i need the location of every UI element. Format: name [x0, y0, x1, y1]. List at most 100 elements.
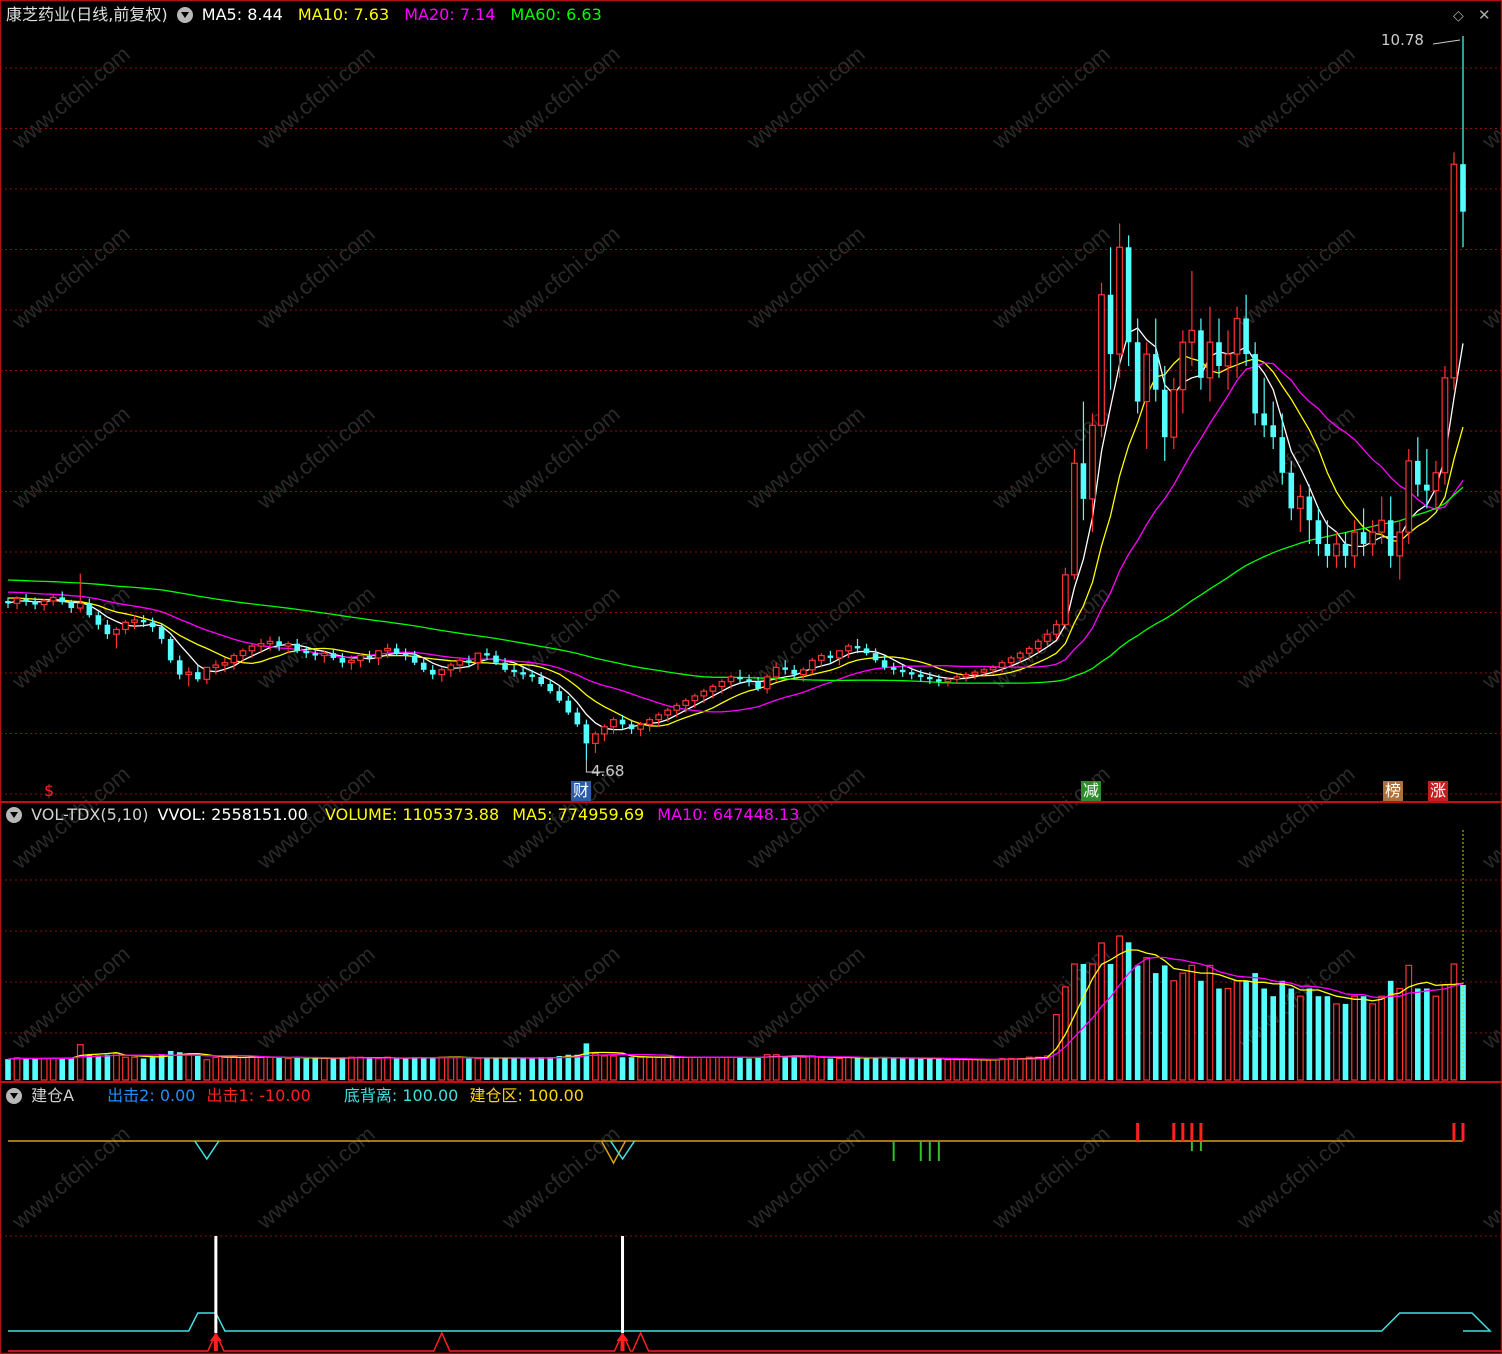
- candle: [40, 598, 48, 611]
- high-price-label: 10.78: [1381, 31, 1424, 49]
- close-icon[interactable]: ✕: [1478, 6, 1491, 24]
- candle: [23, 593, 29, 606]
- candle-body: [1387, 520, 1394, 556]
- candle: [484, 648, 490, 661]
- candle-body: [5, 600, 11, 604]
- volume-bar: [583, 1043, 590, 1080]
- candle-body: [1369, 531, 1377, 545]
- volume-bar: [429, 1057, 436, 1080]
- watermark-text: www.cfchi.com: [741, 41, 869, 154]
- volume-label: VOLUME:: [324, 805, 398, 824]
- candle: [429, 665, 436, 680]
- volume-bar: [276, 1057, 282, 1080]
- candle-body: [140, 619, 147, 623]
- candle-body: [239, 650, 247, 657]
- volume-bar: [158, 1054, 165, 1080]
- candle: [1206, 306, 1214, 402]
- candle: [700, 688, 708, 704]
- volume-bar: [221, 1056, 229, 1081]
- candle: [1170, 377, 1178, 450]
- volume-bar: [493, 1057, 499, 1080]
- volume-bar: [330, 1058, 337, 1080]
- volume-bar: [1315, 996, 1322, 1080]
- candle-body: [1043, 633, 1051, 642]
- watermark-text: www.cfchi.com: [1476, 401, 1502, 514]
- candle-body: [520, 672, 526, 675]
- candle-body: [1441, 377, 1449, 474]
- candle-body: [1061, 574, 1069, 626]
- candle-body: [755, 681, 761, 689]
- candle: [76, 573, 84, 612]
- dropdown-icon[interactable]: [6, 807, 22, 823]
- volume-bar: [529, 1058, 535, 1080]
- volume-bar: [1243, 980, 1249, 1080]
- candle-body: [13, 597, 21, 604]
- volume-bar: [68, 1057, 75, 1080]
- volume-bar: [1424, 988, 1430, 1080]
- chart-canvas[interactable]: www.cfchi.com www.cfchi.com www.cfchi.com w…: [0, 0, 1502, 1354]
- candle: [131, 615, 138, 630]
- volume-bar: [402, 1058, 409, 1080]
- volume-bar: [953, 1059, 961, 1081]
- candle: [1216, 318, 1222, 378]
- volume-bar: [646, 1056, 654, 1081]
- volume-bar: [375, 1057, 382, 1081]
- candle-body: [664, 709, 672, 716]
- watermark-text: www.cfchi.com: [986, 761, 1114, 874]
- candle-body: [466, 660, 472, 663]
- candle-body: [1206, 341, 1214, 379]
- candle: [583, 719, 590, 760]
- candle: [1296, 484, 1304, 533]
- event-badge-dividend[interactable]: $: [42, 781, 56, 801]
- candle-body: [1134, 342, 1141, 402]
- candle: [737, 669, 743, 685]
- volume-bar: [782, 1057, 789, 1080]
- candle: [1116, 223, 1123, 378]
- candle-body: [1016, 652, 1024, 659]
- volume-bar: [1052, 1014, 1060, 1081]
- watermark-text: www.cfchi.com: [6, 221, 134, 334]
- candle-body: [402, 653, 409, 656]
- watermark-text: www.cfchi.com: [986, 221, 1114, 334]
- volume-bar: [890, 1058, 897, 1080]
- event-badge-finance[interactable]: 财: [571, 781, 592, 801]
- volume-bar: [664, 1056, 672, 1081]
- expand-icon[interactable]: ◇: [1453, 8, 1464, 24]
- candle: [1396, 520, 1404, 580]
- volume-bar: [917, 1058, 924, 1080]
- event-badge-list[interactable]: 榜: [1383, 781, 1404, 801]
- candle-body: [646, 719, 654, 725]
- candle-body: [32, 600, 38, 605]
- volume-bar: [899, 1058, 906, 1080]
- volume-bar: [320, 1057, 328, 1081]
- candle-body: [872, 653, 879, 661]
- candle-body: [1070, 462, 1078, 576]
- candle: [474, 652, 482, 670]
- candle-body: [1296, 495, 1304, 509]
- candle: [194, 665, 201, 682]
- candle-body: [1460, 164, 1466, 212]
- volume-bar: [1224, 987, 1232, 1081]
- watermark-text: www.cfchi.com: [496, 581, 624, 694]
- event-badge-reduce[interactable]: 减: [1081, 781, 1102, 801]
- candle: [1107, 247, 1114, 390]
- strike1-label: 出击1:: [206, 1086, 255, 1105]
- volume-bar: [1360, 996, 1367, 1080]
- volume-bar: [294, 1057, 300, 1080]
- candle-body: [772, 666, 780, 678]
- candle: [1415, 437, 1421, 497]
- volume-bar: [1152, 973, 1159, 1080]
- chart-title: 康芝药业(日线,前复权): [6, 5, 168, 24]
- dropdown-icon[interactable]: [176, 7, 193, 23]
- event-badge-limit-up[interactable]: 涨: [1428, 781, 1449, 801]
- ma10-value: 7.63: [353, 5, 390, 24]
- volume-bar: [1116, 935, 1123, 1081]
- volume-bar: [266, 1056, 274, 1081]
- candle-body: [556, 691, 563, 701]
- ma10-label: MA10:: [297, 5, 349, 24]
- dropdown-icon[interactable]: [6, 1088, 22, 1104]
- candle-body: [691, 695, 699, 702]
- vol-ma5-value: 774959.69: [557, 805, 645, 824]
- volume-bar: [1025, 1056, 1033, 1081]
- volume-bar: [1043, 1055, 1051, 1081]
